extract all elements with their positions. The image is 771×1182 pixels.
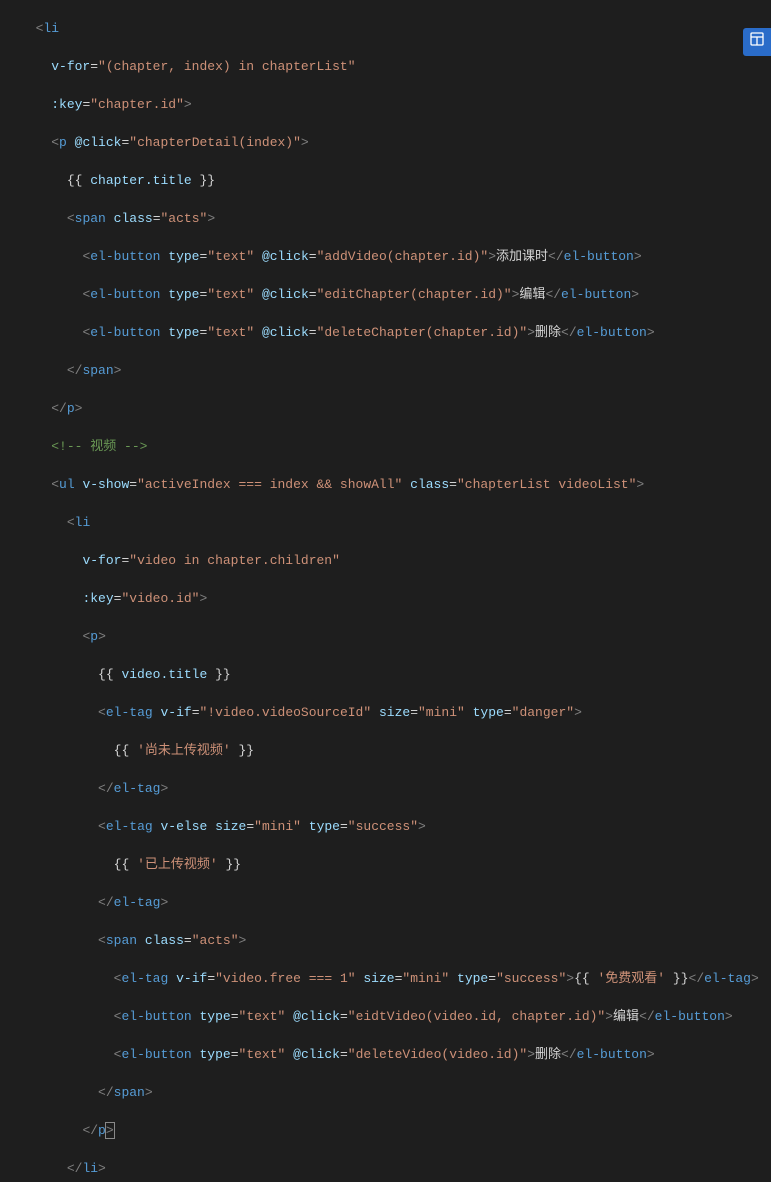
- code-line: </el-tag>: [20, 893, 771, 912]
- code-line: {{ chapter.title }}: [20, 171, 771, 190]
- code-line: <el-tag v-else size="mini" type="success…: [20, 817, 771, 836]
- code-line: </span>: [20, 1083, 771, 1102]
- code-line: <p>: [20, 627, 771, 646]
- code-line: <span class="acts">: [20, 209, 771, 228]
- code-line: <el-button type="text" @click="addVideo(…: [20, 247, 771, 266]
- code-line: </p>: [20, 399, 771, 418]
- code-line: {{ '已上传视频' }}: [20, 855, 771, 874]
- layout-icon: [749, 31, 765, 53]
- code-line: <el-button type="text" @click="deleteCha…: [20, 323, 771, 342]
- code-line: <el-tag v-if="video.free === 1" size="mi…: [20, 969, 771, 988]
- code-line: <span class="acts">: [20, 931, 771, 950]
- layout-button[interactable]: [743, 28, 771, 56]
- code-line: </el-tag>: [20, 779, 771, 798]
- code-line: <el-button type="text" @click="deleteVid…: [20, 1045, 771, 1064]
- code-line: v-for="(chapter, index) in chapterList": [20, 57, 771, 76]
- code-line: {{ '尚未上传视频' }}: [20, 741, 771, 760]
- code-line: <p @click="chapterDetail(index)">: [20, 133, 771, 152]
- code-line: v-for="video in chapter.children": [20, 551, 771, 570]
- code-line: <li: [20, 513, 771, 532]
- code-line: {{ video.title }}: [20, 665, 771, 684]
- code-line: </li>: [20, 1159, 771, 1178]
- code-line: <ul v-show="activeIndex === index && sho…: [20, 475, 771, 494]
- code-line: </p>: [20, 1121, 771, 1140]
- code-editor[interactable]: <li v-for="(chapter, index) in chapterLi…: [0, 0, 771, 1182]
- code-line: </span>: [20, 361, 771, 380]
- code-line: <li: [20, 19, 771, 38]
- code-line: :key="chapter.id">: [20, 95, 771, 114]
- code-line: <el-button type="text" @click="editChapt…: [20, 285, 771, 304]
- code-line: <el-button type="text" @click="eidtVideo…: [20, 1007, 771, 1026]
- code-line: <el-tag v-if="!video.videoSourceId" size…: [20, 703, 771, 722]
- code-line: :key="video.id">: [20, 589, 771, 608]
- code-line: <!-- 视频 -->: [20, 437, 771, 456]
